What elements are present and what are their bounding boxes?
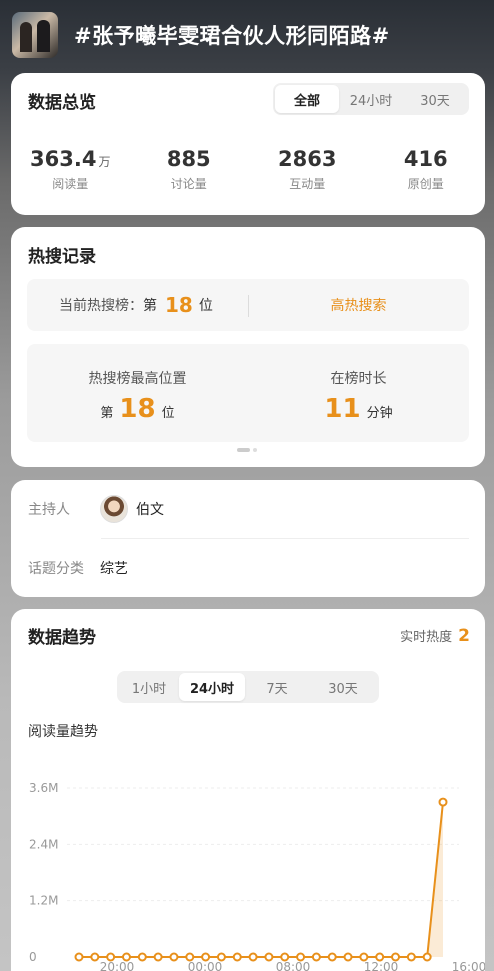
series-line [79, 801, 444, 958]
data-point [264, 952, 274, 962]
current-rank: 当前热搜榜： 第 18 位 [59, 279, 213, 331]
y-tick-label: 2.4M [29, 837, 58, 851]
stat-value: 2863 [278, 147, 337, 171]
host-avatar[interactable] [100, 495, 128, 523]
topic-header: #张予曦毕雯珺合伙人形同陌路# [0, 0, 494, 70]
category-value: 综艺 [100, 561, 128, 577]
x-tick-label: 12:00 [364, 960, 399, 971]
data-point [153, 952, 163, 962]
tab-all[interactable]: 全部 [275, 85, 339, 113]
page-dot-active [237, 448, 250, 452]
topic-info-card: 主持人 伯文 话题分类 综艺 [11, 480, 485, 597]
data-point [438, 797, 448, 807]
stat-discussions: 885 讨论量 [130, 147, 249, 192]
realtime-heat-label: 实时热度 [400, 630, 453, 645]
page-dot [253, 448, 257, 452]
hot-search-tag[interactable]: 高热搜索 [248, 279, 469, 331]
tab-30d[interactable]: 30天 [403, 85, 467, 113]
data-point [327, 952, 337, 962]
x-tick-label: 20:00 [100, 960, 135, 971]
topic-cover-image [12, 12, 58, 58]
trend-subtitle: 阅读量趋势 [28, 724, 98, 740]
overview-range-tabs: 全部 24小时 30天 [273, 83, 469, 115]
peak-rank: 热搜榜最高位置 第 18 位 [27, 344, 248, 442]
stat-reads: 363.4 万 阅读量 [11, 147, 130, 192]
trend-title: 数据趋势 [28, 628, 96, 648]
data-point [422, 952, 432, 962]
data-point [311, 952, 321, 962]
category-label: 话题分类 [28, 561, 84, 577]
x-tick-label: 00:00 [188, 960, 223, 971]
stat-value: 885 [166, 147, 211, 171]
rank-summary: 热搜榜最高位置 第 18 位 在榜时长 11 分钟 [27, 344, 469, 442]
hot-search-card: 热搜记录 当前热搜榜： 第 18 位 高热搜索 热搜榜最高位置 第 18 位 在… [11, 227, 485, 467]
reads-trend-chart: 0 1.2M 2.4M 3.6M 20:00 00:00 08:00 12:00 16:00 [29, 781, 485, 971]
stat-interactions: 2863 互动量 [248, 147, 367, 192]
category-row: 话题分类 综艺 [28, 558, 128, 578]
overview-stats: 363.4 万 阅读量 885 讨论量 2863 互动量 416 原创量 [11, 147, 485, 192]
duration-unit: 分钟 [366, 406, 393, 421]
peak-rank-value: 18 [119, 394, 156, 424]
divider [101, 538, 469, 539]
x-tick-label: 16:00 [452, 960, 485, 971]
hot-search-title: 热搜记录 [28, 247, 96, 267]
stat-unit: 万 [98, 155, 111, 169]
peak-rank-prefix: 第 [100, 406, 114, 421]
duration-label: 在榜时长 [330, 371, 387, 387]
data-point [248, 952, 258, 962]
data-point [232, 952, 242, 962]
data-point [406, 952, 416, 962]
current-rank-prefix: 第 [143, 298, 157, 314]
data-point [137, 952, 147, 962]
overview-card: 数据总览 全部 24小时 30天 363.4 万 阅读量 885 讨论量 2863… [11, 73, 485, 215]
host-name[interactable]: 伯文 [136, 499, 164, 519]
peak-rank-suffix: 位 [161, 406, 175, 421]
host-row: 主持人 伯文 [28, 495, 164, 523]
x-tick-label: 08:00 [276, 960, 311, 971]
current-rank-suffix: 位 [198, 298, 213, 314]
y-tick-label: 1.2M [29, 894, 58, 908]
topic-title: #张予曦毕雯珺合伙人形同陌路# [74, 24, 390, 48]
tab-1h[interactable]: 1小时 [119, 673, 179, 701]
stat-value: 363.4 [30, 147, 97, 171]
on-list-duration: 在榜时长 11 分钟 [248, 344, 469, 442]
y-tick-label: 3.6M [29, 781, 58, 795]
stat-originals: 416 原创量 [367, 147, 486, 192]
stat-label: 互动量 [289, 177, 326, 191]
stat-label: 讨论量 [170, 177, 207, 191]
stat-label: 阅读量 [52, 177, 89, 191]
y-tick-label: 0 [29, 950, 37, 964]
trend-card: 数据趋势 实时热度 2 1小时 24小时 7天 30天 阅读量趋势 0 1.2M 2… [11, 609, 485, 971]
current-rank-value: 18 [165, 293, 193, 317]
duration-value: 11 [324, 394, 361, 424]
overview-title: 数据总览 [28, 93, 96, 113]
data-point [90, 952, 100, 962]
realtime-heat: 实时热度 2 [400, 626, 470, 646]
tab-24h[interactable]: 24小时 [179, 673, 245, 701]
tab-30d[interactable]: 30天 [309, 673, 377, 701]
page-indicator [237, 448, 257, 452]
stat-value: 416 [403, 147, 448, 171]
host-label: 主持人 [28, 502, 70, 518]
tab-24h[interactable]: 24小时 [339, 85, 403, 113]
data-point [169, 952, 179, 962]
trend-range-tabs: 1小时 24小时 7天 30天 [117, 671, 379, 703]
realtime-heat-value: 2 [458, 626, 470, 646]
peak-rank-label: 热搜榜最高位置 [88, 371, 187, 387]
tab-7d[interactable]: 7天 [245, 673, 309, 701]
current-rank-row: 当前热搜榜： 第 18 位 高热搜索 [27, 279, 469, 331]
data-point [74, 952, 84, 962]
stat-label: 原创量 [407, 177, 444, 191]
data-point [343, 952, 353, 962]
current-rank-label: 当前热搜榜： [59, 298, 143, 314]
